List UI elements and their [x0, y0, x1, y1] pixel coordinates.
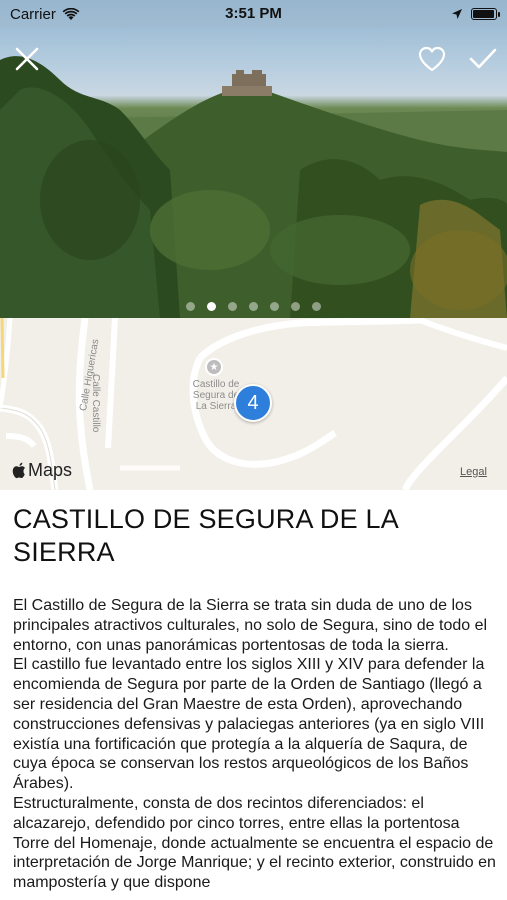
gallery-dot[interactable]: [312, 302, 321, 311]
heart-icon: [418, 46, 446, 72]
description-paragraph: Estructuralmente, consta de dos recintos…: [13, 794, 496, 892]
close-icon: [15, 47, 39, 71]
gallery-dot[interactable]: [207, 302, 216, 311]
visited-check-button[interactable]: [466, 42, 500, 76]
description-paragraph: El Castillo de Segura de la Sierra se tr…: [13, 597, 488, 654]
apple-maps-logo: Maps: [12, 460, 72, 481]
gallery-dot[interactable]: [249, 302, 258, 311]
checkmark-icon: [469, 48, 497, 69]
gallery-dot[interactable]: [270, 302, 279, 311]
gallery-dot[interactable]: [228, 302, 237, 311]
battery-icon: [471, 8, 500, 20]
battery-fill: [473, 10, 494, 18]
castle-silhouette: [222, 70, 272, 96]
page-title: CASTILLO DE SEGURA DE LA SIERRA: [13, 504, 398, 567]
maps-brand-label: Maps: [28, 460, 73, 480]
gallery-dot[interactable]: [291, 302, 300, 311]
description-paragraph: El castillo fue levantado entre los sigl…: [13, 656, 485, 793]
clock: 3:51 PM: [225, 5, 282, 22]
favorite-button[interactable]: [415, 42, 449, 76]
hero-photo[interactable]: Carrier 3:51 PM: [0, 0, 507, 318]
close-button[interactable]: [10, 42, 44, 76]
gallery-dot[interactable]: [186, 302, 195, 311]
legal-link[interactable]: Legal: [460, 466, 487, 478]
description-text: El Castillo de Segura de la Sierra se tr…: [13, 596, 497, 893]
map-cluster-marker[interactable]: 4: [234, 384, 272, 422]
gallery-page-indicator[interactable]: [0, 302, 507, 311]
apple-logo-icon: [12, 462, 25, 479]
location-map[interactable]: Calle Higuericas Calle Castillo ★ Castil…: [0, 318, 507, 490]
street-label: Calle Castillo: [90, 374, 101, 433]
landmark-star-icon[interactable]: ★: [205, 358, 223, 376]
status-bar: Carrier 3:51 PM: [0, 0, 507, 28]
